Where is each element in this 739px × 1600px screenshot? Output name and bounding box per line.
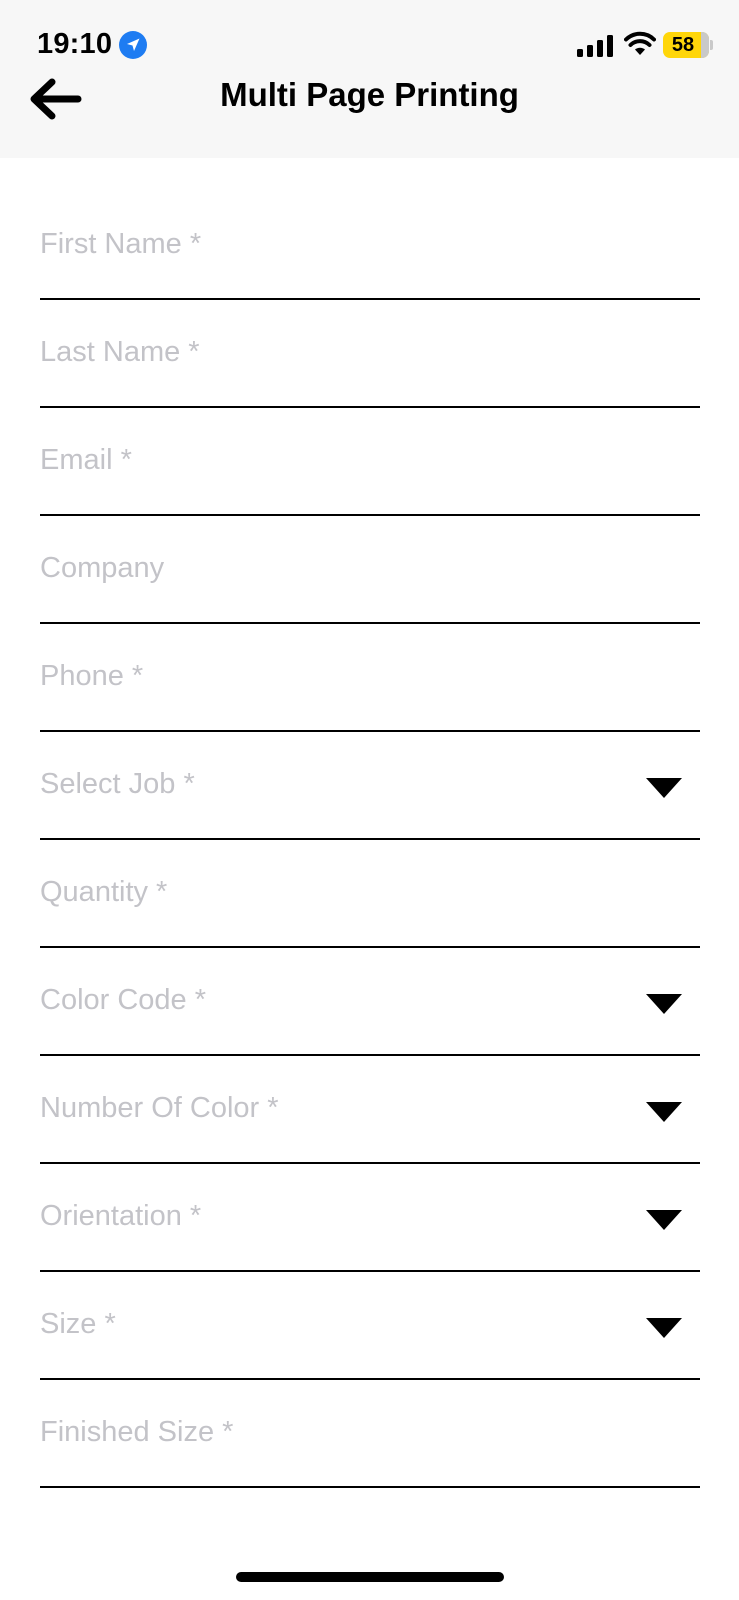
phone-placeholder: Phone *	[40, 660, 144, 692]
quantity-placeholder: Quantity *	[40, 876, 168, 908]
select-job-dropdown[interactable]: Select Job *	[40, 732, 700, 840]
dropdown-triangle-icon	[646, 1318, 682, 1338]
company-placeholder: Company	[40, 552, 165, 584]
wifi-icon	[624, 31, 656, 55]
finished-size-field[interactable]: Finished Size *	[40, 1380, 700, 1488]
phone-field[interactable]: Phone *	[40, 624, 700, 732]
number-of-color-dropdown[interactable]: Number Of Color *	[40, 1056, 700, 1164]
last-name-field[interactable]: Last Name *	[40, 300, 700, 408]
home-indicator[interactable]	[236, 1572, 504, 1582]
size-placeholder: Size *	[40, 1308, 116, 1340]
email-placeholder: Email *	[40, 444, 132, 476]
color-code-dropdown[interactable]: Color Code *	[40, 948, 700, 1056]
first-name-field[interactable]: First Name *	[40, 192, 700, 300]
screen: 19:10 58 Multi Page Printing First Name …	[0, 0, 739, 1600]
size-dropdown[interactable]: Size *	[40, 1272, 700, 1380]
dropdown-triangle-icon	[646, 1102, 682, 1122]
dropdown-triangle-icon	[646, 994, 682, 1014]
arrow-left-icon	[30, 78, 82, 120]
dropdown-triangle-icon	[646, 1210, 682, 1230]
status-time: 19:10	[37, 28, 113, 60]
select-job-placeholder: Select Job *	[40, 768, 195, 800]
color-code-placeholder: Color Code *	[40, 984, 207, 1016]
quantity-field[interactable]: Quantity *	[40, 840, 700, 948]
company-field[interactable]: Company	[40, 516, 700, 624]
last-name-placeholder: Last Name *	[40, 336, 200, 368]
first-name-placeholder: First Name *	[40, 228, 202, 260]
back-button[interactable]	[24, 72, 86, 126]
print-order-form: First Name * Last Name * Email * Company…	[40, 192, 700, 1488]
orientation-dropdown[interactable]: Orientation *	[40, 1164, 700, 1272]
location-arrow-icon	[119, 31, 147, 59]
battery-level: 58	[671, 34, 695, 56]
orientation-placeholder: Orientation *	[40, 1200, 202, 1232]
dropdown-triangle-icon	[646, 778, 682, 798]
page-title: Multi Page Printing	[220, 76, 519, 113]
battery-tip	[710, 40, 713, 50]
number-of-color-placeholder: Number Of Color *	[40, 1092, 279, 1124]
battery-icon: 58	[663, 32, 709, 58]
top-bar: 19:10 58 Multi Page Printing	[0, 0, 739, 158]
finished-size-placeholder: Finished Size *	[40, 1416, 234, 1448]
email-field[interactable]: Email *	[40, 408, 700, 516]
cellular-signal-icon	[577, 35, 613, 57]
